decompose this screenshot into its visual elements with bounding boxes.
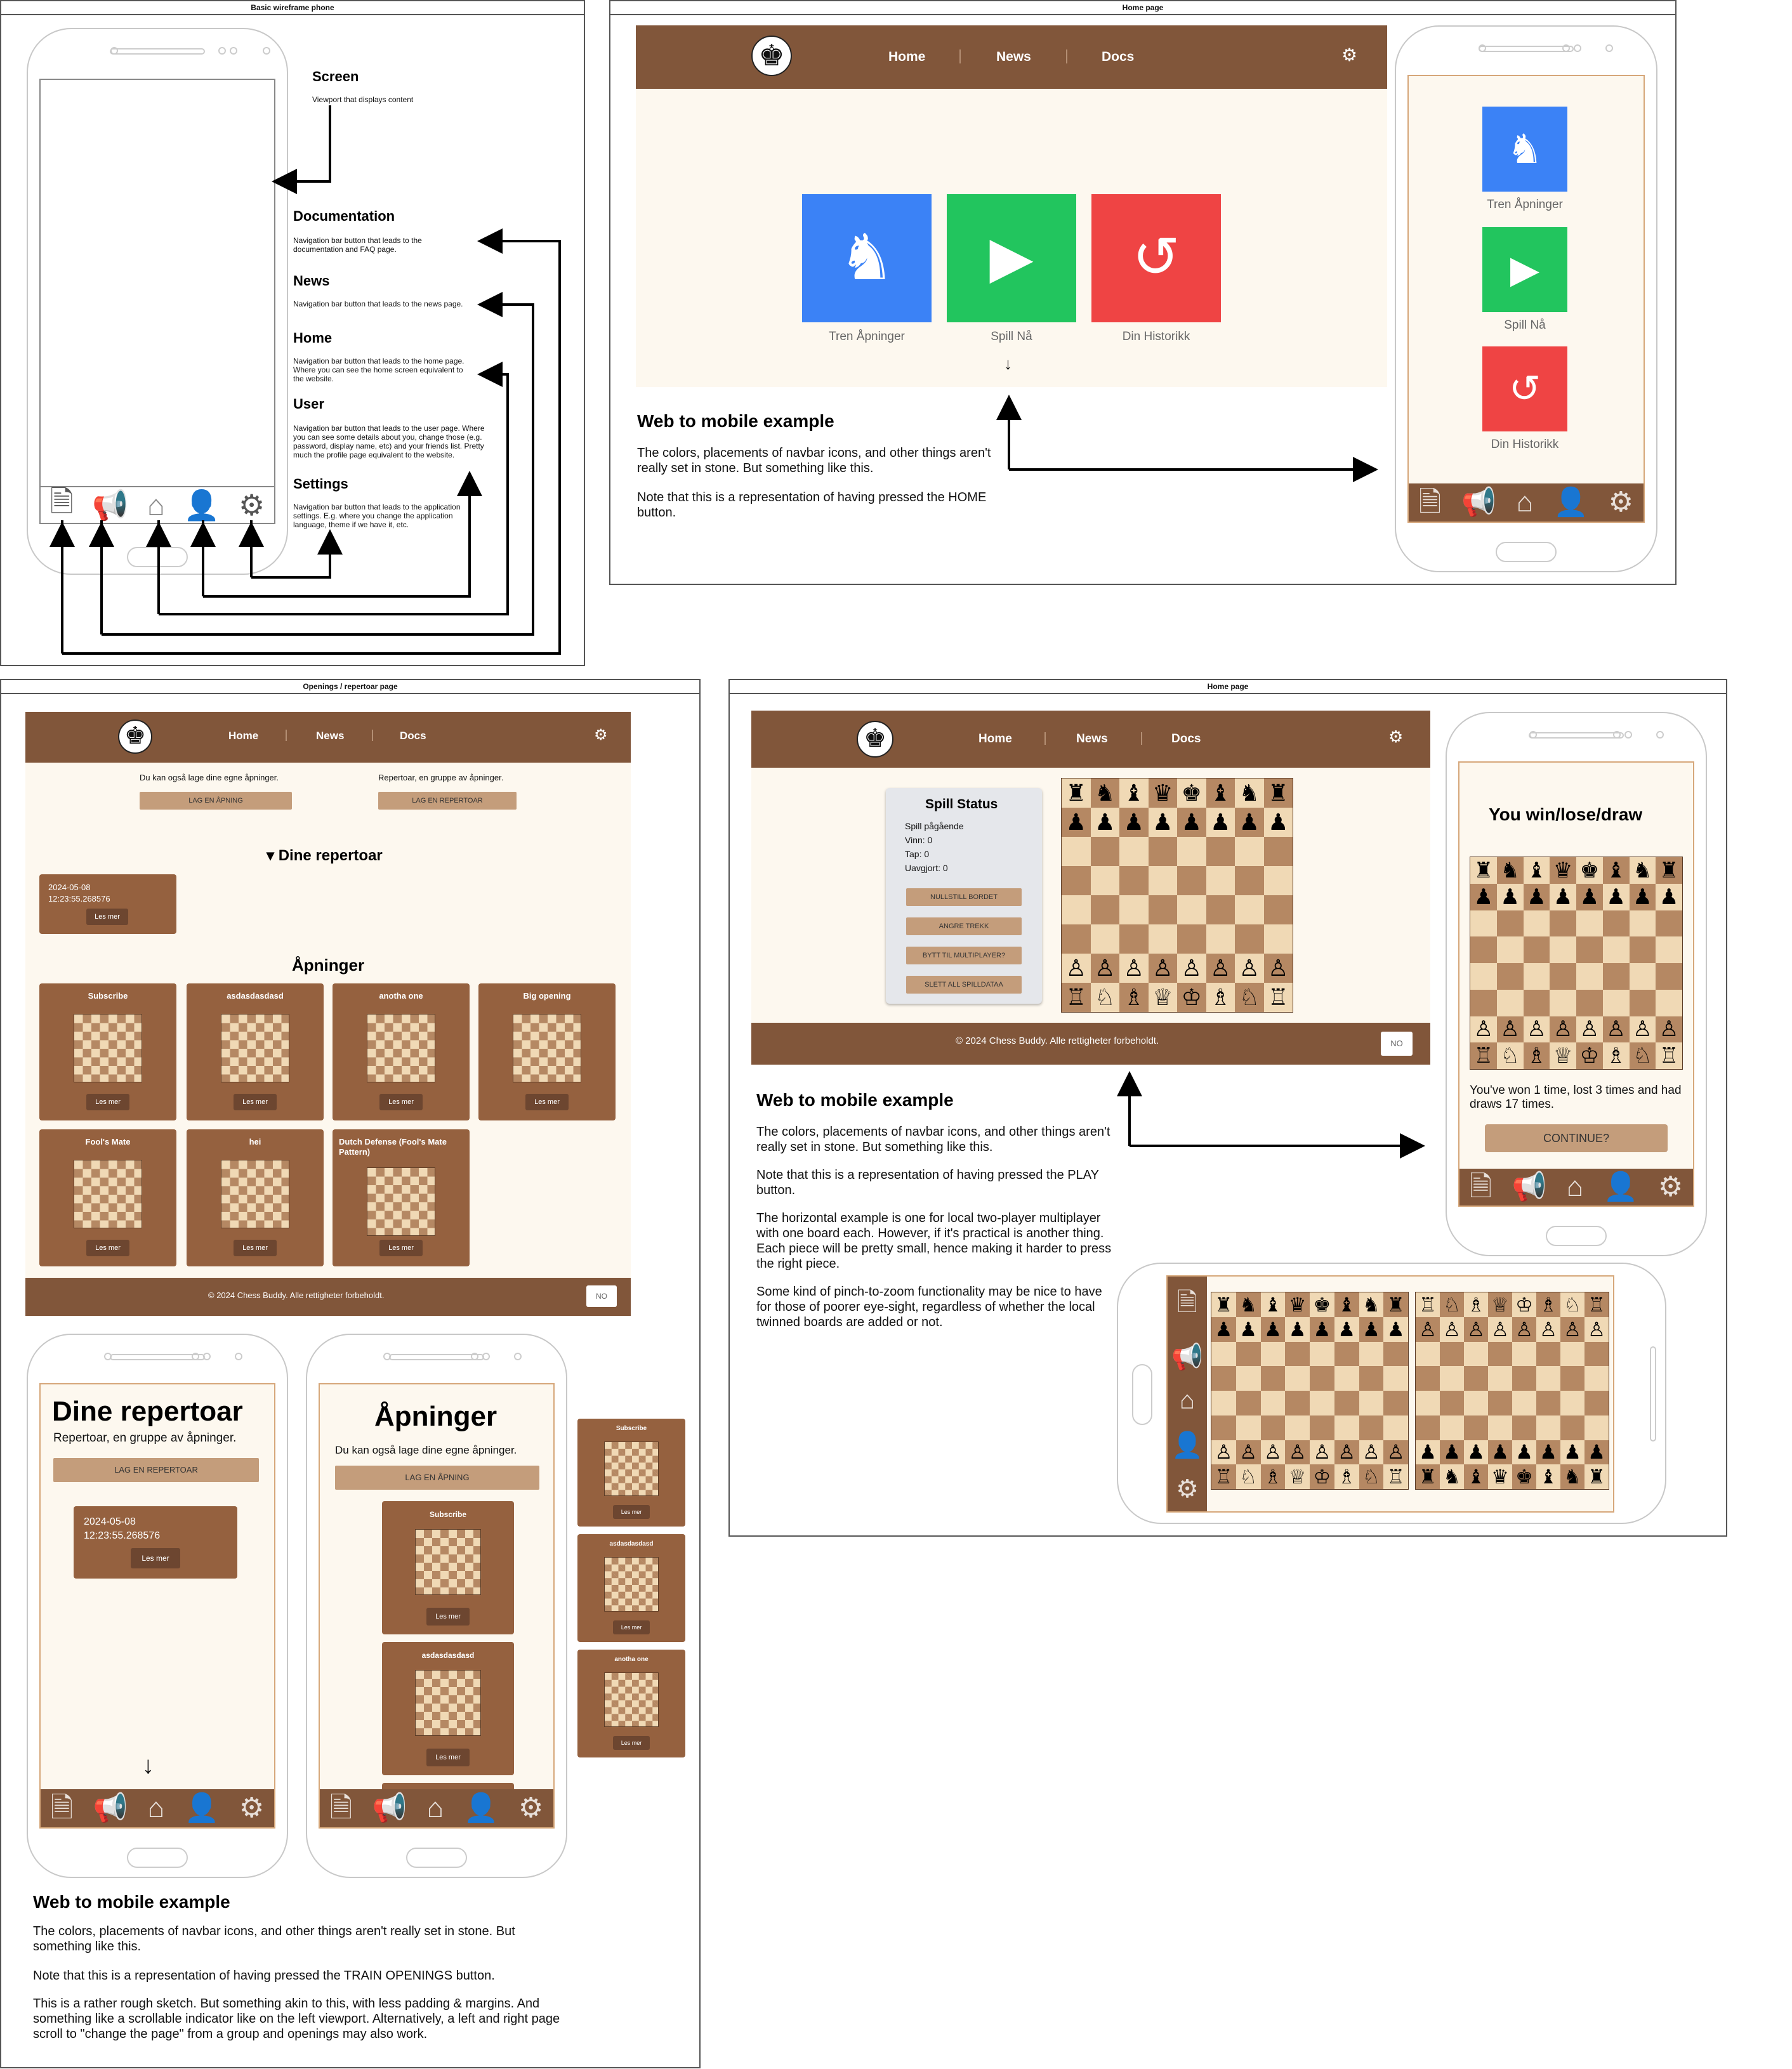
- arrow-settings: [251, 529, 343, 579]
- arrow-screen: [272, 105, 331, 194]
- arrow-user: [203, 471, 482, 598]
- arrow-home: [159, 362, 509, 615]
- arrow-documentation: [62, 228, 561, 655]
- connector-arrows: [49, 105, 1425, 1159]
